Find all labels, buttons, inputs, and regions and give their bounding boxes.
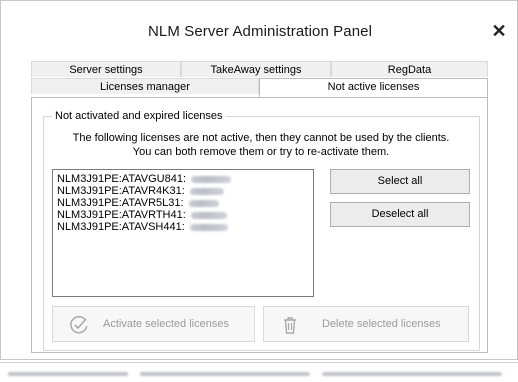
redacted-value [188, 199, 219, 207]
dialog-title: NLM Server Administration Panel [147, 23, 373, 40]
obscured-text [322, 372, 502, 376]
trash-icon [284, 317, 296, 334]
list-item[interactable]: NLM3J91PE:ATAVRTH41: [57, 209, 227, 221]
deselect-all-button[interactable]: Deselect all [330, 202, 470, 227]
activate-button-label: Activate selected licenses [103, 318, 229, 330]
obscured-text [140, 372, 310, 376]
license-id: NLM3J91PE:ATAVR5L31: [57, 197, 184, 209]
description: The following licenses are not active, t… [45, 131, 477, 159]
list-item[interactable]: NLM3J91PE:ATAVR4K31: [57, 185, 224, 197]
redacted-value [189, 223, 228, 231]
description-line-2: You can both remove them or try to re-ac… [132, 146, 390, 158]
activate-button[interactable]: Activate selected licenses [52, 306, 255, 342]
description-line-1: The following licenses are not active, t… [72, 132, 450, 144]
tab-regdata[interactable]: RegData [331, 61, 488, 77]
redacted-value [190, 211, 227, 219]
tab-takeaway-settings[interactable]: TakeAway settings [181, 61, 331, 77]
list-item[interactable]: NLM3J91PE:ATAVR5L31: [57, 197, 219, 209]
background-window-strip [0, 362, 518, 382]
license-id: NLM3J91PE:ATAVRTH41: [57, 209, 186, 221]
admin-dialog: NLM Server Administration Panel ✕ Server… [0, 0, 518, 360]
list-item[interactable]: NLM3J91PE:ATAVGU841: [57, 173, 231, 185]
tab-not-active-licenses[interactable]: Not active licenses [259, 78, 488, 97]
delete-button[interactable]: Delete selected licenses [263, 306, 469, 342]
list-item[interactable]: NLM3J91PE:ATAVSH441: [57, 221, 228, 233]
close-icon[interactable]: ✕ [487, 19, 511, 43]
license-id: NLM3J91PE:ATAVR4K31: [57, 185, 185, 197]
delete-button-label: Delete selected licenses [322, 318, 441, 330]
group-label: Not activated and expired licenses [52, 110, 226, 122]
license-id: NLM3J91PE:ATAVSH441: [57, 221, 185, 233]
license-list[interactable]: NLM3J91PE:ATAVGU841: NLM3J91PE:ATAVR4K31… [52, 169, 314, 297]
checkmark-circle-icon [70, 315, 88, 334]
redacted-value [189, 187, 224, 195]
tab-licenses-manager[interactable]: Licenses manager [31, 78, 259, 94]
select-all-button[interactable]: Select all [330, 169, 470, 194]
obscured-text [8, 372, 128, 376]
redacted-value [191, 175, 231, 183]
license-id: NLM3J91PE:ATAVGU841: [57, 173, 186, 185]
tab-server-settings[interactable]: Server settings [31, 61, 181, 77]
